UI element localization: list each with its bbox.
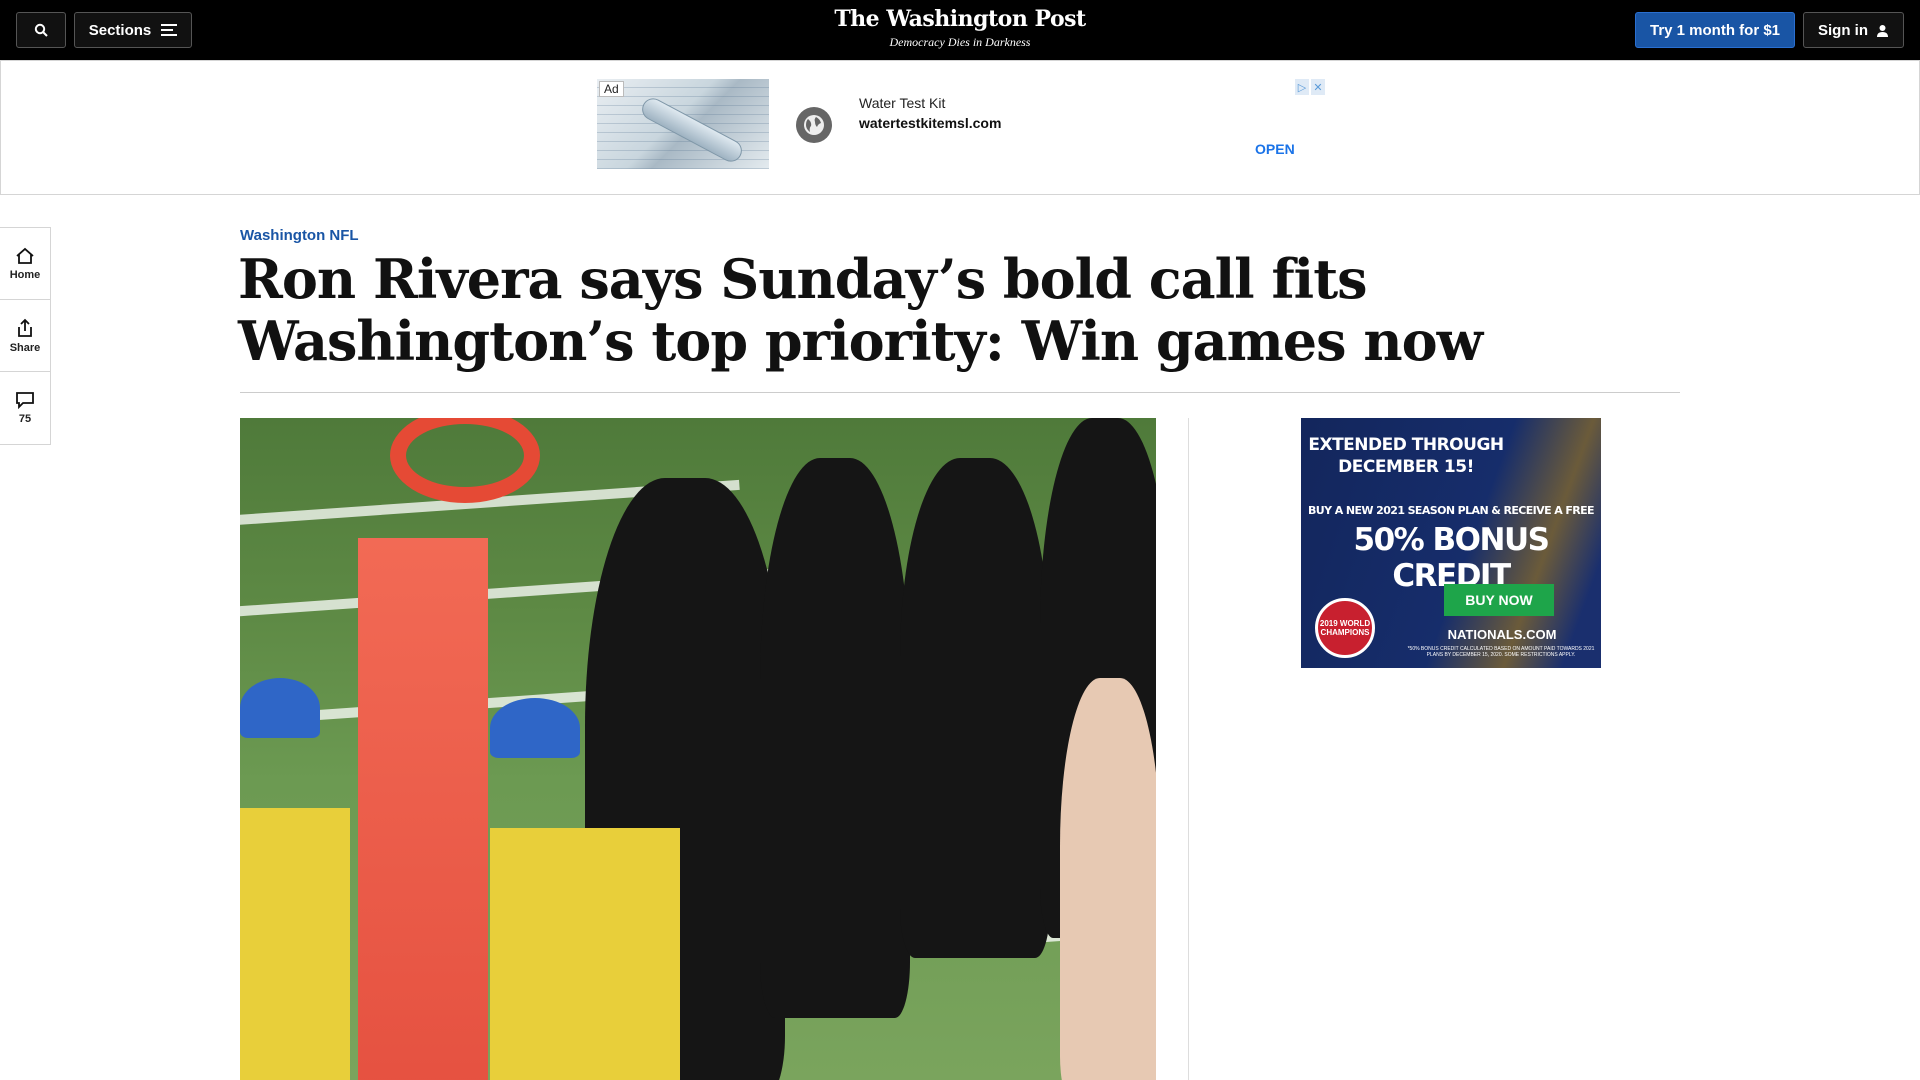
top-ad-banner[interactable]: Ad Water Test Kit watertestkitemsl.com O…	[0, 60, 1920, 195]
photo-vest-center	[490, 828, 680, 1080]
user-icon	[1877, 24, 1888, 37]
lead-photo[interactable]	[240, 418, 1156, 1080]
rail-comments-count: 75	[18, 413, 32, 425]
left-rail: Home Share 75	[0, 227, 51, 445]
comment-icon	[16, 392, 34, 409]
side-ad-fine-print: *50% BONUS CREDIT CALCULATED BASED ON AM…	[1407, 646, 1595, 658]
share-icon	[18, 318, 32, 337]
ad-close-icon[interactable]: ✕	[1311, 79, 1325, 95]
logo-tagline: Democracy Dies in Darkness	[889, 35, 1031, 49]
rail-comments[interactable]: 75	[0, 372, 50, 444]
photo-cap-center	[490, 698, 580, 758]
rail-home-label: Home	[9, 268, 41, 281]
top-nav: Sections The Washington Post Democracy D…	[0, 0, 1920, 60]
search-button[interactable]	[16, 12, 66, 48]
article-kicker[interactable]: Washington NFL	[240, 227, 359, 244]
photo-chain-marker-top	[390, 418, 540, 503]
ad-choices[interactable]: ▷ ✕	[1295, 79, 1325, 95]
sidebar-ad[interactable]: EXTENDED THROUGH DECEMBER 15! BUY A NEW …	[1301, 418, 1601, 668]
rail-home[interactable]: Home	[0, 228, 50, 300]
photo-cap-left	[240, 678, 320, 738]
side-ad-buy-button[interactable]: BUY NOW	[1444, 584, 1554, 616]
home-icon	[16, 247, 34, 264]
sign-in-button[interactable]: Sign in	[1803, 12, 1904, 48]
sign-in-label: Sign in	[1818, 21, 1868, 39]
ad-choices-icon[interactable]: ▷	[1295, 79, 1309, 95]
sections-label: Sections	[88, 21, 152, 39]
column-divider	[1188, 418, 1189, 1080]
sections-button[interactable]: Sections	[74, 12, 192, 48]
photo-staff	[900, 458, 1050, 958]
sign-in-inner: Sign in	[1818, 22, 1889, 39]
ad-title[interactable]: Water Test Kit	[859, 95, 945, 111]
side-ad-headline: EXTENDED THROUGH DECEMBER 15!	[1308, 435, 1504, 477]
rail-share-label: Share	[9, 341, 41, 354]
side-ad-site: NATIONALS.COM	[1447, 627, 1557, 642]
photo-fan-right	[1060, 678, 1156, 1080]
article-headline: Ron Rivera says Sunday’s bold call fits …	[238, 247, 1483, 373]
globe-icon	[796, 107, 832, 143]
photo-assistant	[760, 458, 910, 1018]
search-icon	[34, 23, 48, 37]
ad-url[interactable]: watertestkitemsl.com	[859, 115, 1001, 131]
subscribe-label: Try 1 month for $1	[1649, 21, 1781, 39]
site-logo[interactable]: The Washington Post Democracy Dies in Da…	[760, 6, 1160, 50]
hamburger-icon	[161, 24, 178, 36]
side-ad-champions-badge: 2019 WORLD CHAMPIONS	[1315, 598, 1375, 658]
photo-vest-left	[240, 808, 350, 1080]
headline-divider	[240, 392, 1680, 393]
ad-label: Ad	[599, 81, 624, 97]
subscribe-button[interactable]: Try 1 month for $1	[1635, 12, 1795, 48]
rail-share[interactable]: Share	[0, 300, 50, 372]
ad-open-button[interactable]: OPEN	[1255, 141, 1295, 157]
side-ad-offer: BUY A NEW 2021 SEASON PLAN & RECEIVE A F…	[1308, 504, 1595, 517]
logo-name: The Washington Post	[834, 6, 1086, 32]
photo-down-marker	[358, 538, 488, 1080]
